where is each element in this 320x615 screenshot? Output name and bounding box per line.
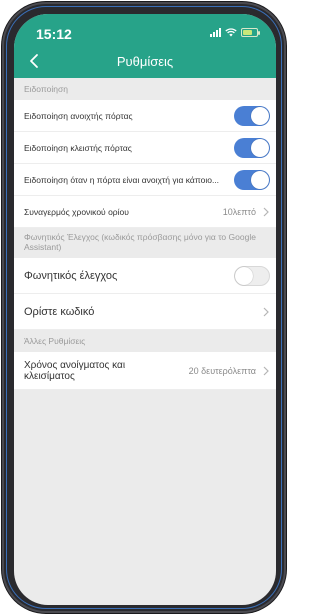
phone-frame: 15:12 Ρυθμίσεις Ειδοποίηση Ειδοποίηση αν… xyxy=(2,2,286,613)
top-bar: 15:12 Ρυθμίσεις xyxy=(14,14,276,78)
row-label: Χρόνος ανοίγματος και κλεισίματος xyxy=(24,359,126,382)
row-label: Φωνητικός έλεγχος xyxy=(24,269,118,282)
row-open-close-time[interactable]: Χρόνος ανοίγματος και κλεισίματος 20 δευ… xyxy=(14,352,276,390)
open-close-time-value: 20 δευτερόλεπτα xyxy=(188,365,256,376)
row-door-close-notification[interactable]: Ειδοποίηση κλειστής πόρτας xyxy=(14,132,276,164)
row-door-left-open-notification[interactable]: Ειδοποίηση όταν η πόρτα είναι ανοιχτή γι… xyxy=(14,164,276,196)
door-open-notification-toggle[interactable] xyxy=(234,105,270,126)
section-header-voice: Φωνητικός Έλεγχος (κωδικός πρόσβασης μόν… xyxy=(24,232,256,252)
voice-control-toggle[interactable] xyxy=(234,265,270,286)
row-door-open-notification[interactable]: Ειδοποίηση ανοιχτής πόρτας xyxy=(14,100,276,132)
row-label: Ειδοποίηση όταν η πόρτα είναι ανοιχτή γι… xyxy=(24,174,220,185)
chevron-right-icon xyxy=(263,366,269,375)
door-left-open-notification-toggle[interactable] xyxy=(234,169,270,190)
chevron-right-icon xyxy=(263,307,269,316)
row-label: Συναγερμός χρονικού ορίου xyxy=(24,206,129,217)
screen: 15:12 Ρυθμίσεις Ειδοποίηση Ειδοποίηση αν… xyxy=(14,14,276,605)
row-label: Ορίστε κωδικό xyxy=(24,305,95,318)
row-label: Ειδοποίηση κλειστής πόρτας xyxy=(24,142,132,153)
signal-icon xyxy=(210,28,221,37)
door-close-notification-toggle[interactable] xyxy=(234,137,270,158)
row-set-code[interactable]: Ορίστε κωδικό xyxy=(14,294,276,330)
timer-alarm-value: 10λεπτό xyxy=(222,206,256,217)
status-icons xyxy=(210,28,260,37)
section-header-other: Άλλες Ρυθμίσεις xyxy=(24,336,86,346)
row-voice-control[interactable]: Φωνητικός έλεγχος xyxy=(14,258,276,294)
row-label: Ειδοποίηση ανοιχτής πόρτας xyxy=(24,110,133,121)
chevron-right-icon xyxy=(263,207,269,216)
battery-icon xyxy=(241,28,260,37)
section-header-notifications: Ειδοποίηση xyxy=(24,84,68,94)
page-title: Ρυθμίσεις xyxy=(116,54,174,69)
status-time: 15:12 xyxy=(36,26,72,42)
wifi-icon xyxy=(225,28,237,37)
row-timer-alarm[interactable]: Συναγερμός χρονικού ορίου 10λεπτό xyxy=(14,196,276,228)
